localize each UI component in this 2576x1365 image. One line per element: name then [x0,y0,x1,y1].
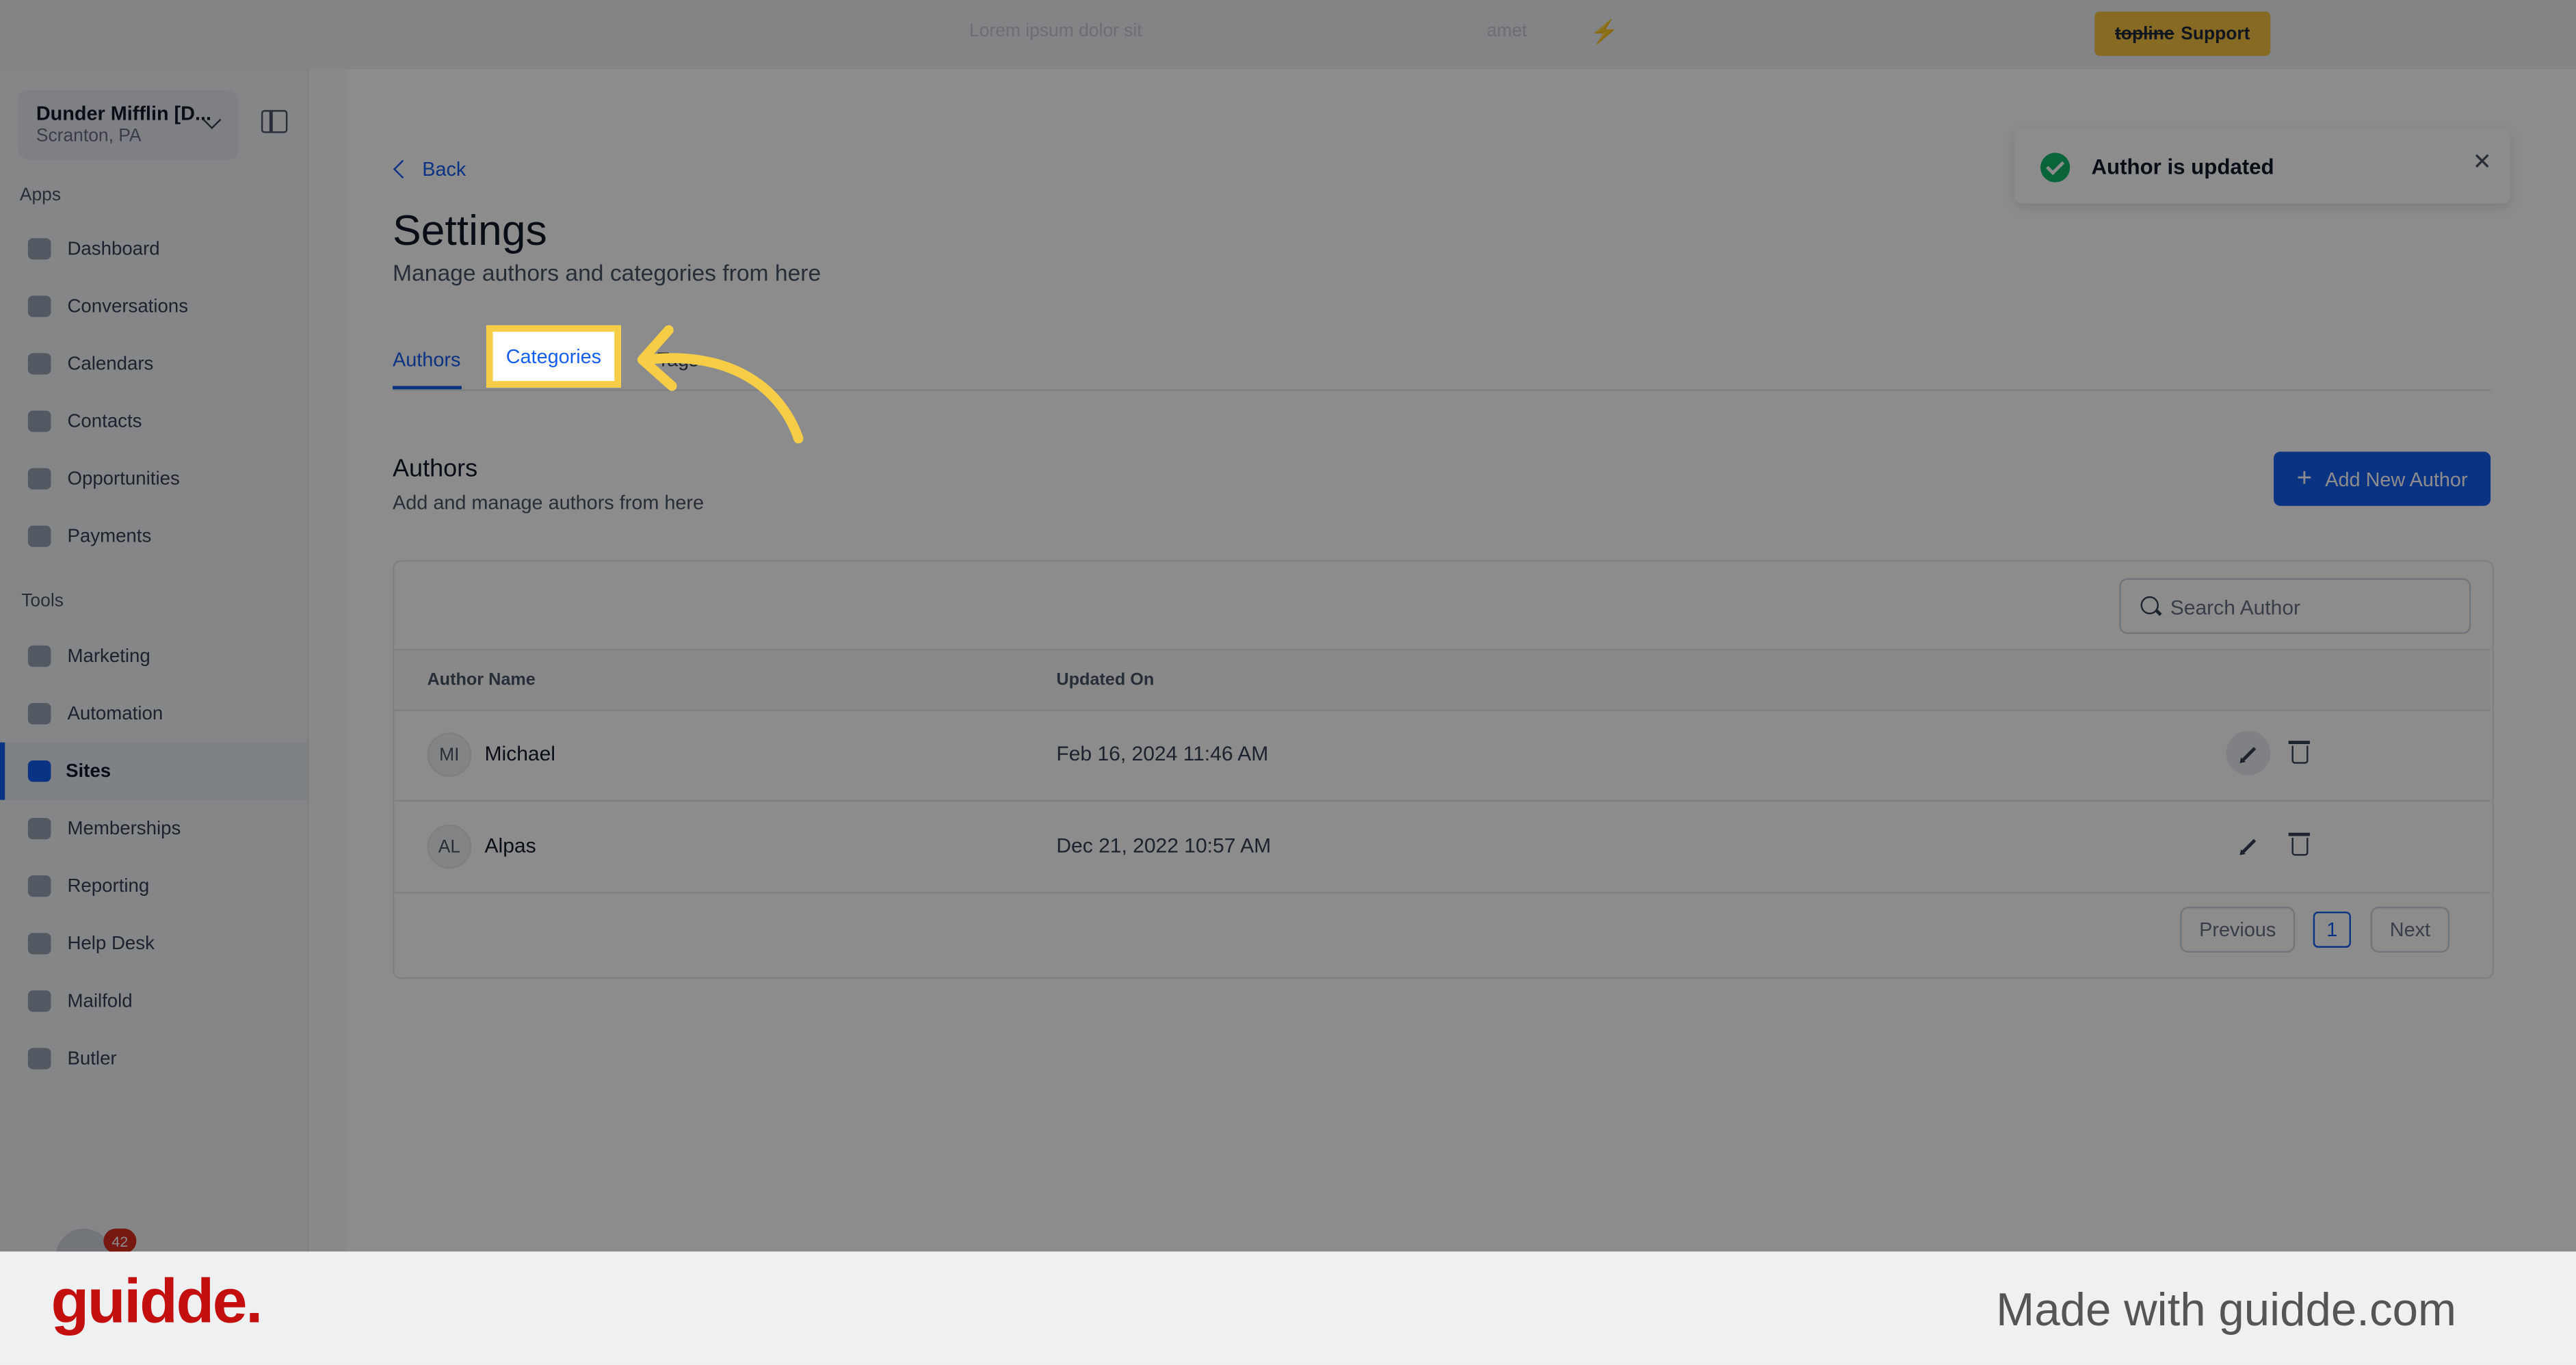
annotation-arrow [637,325,804,444]
made-with-text: Made with guidde.com [1996,1284,2457,1336]
screen: Lorem ipsum dolor sit amet ⚡ topline Sup… [0,0,2576,1365]
tab-categories[interactable]: Categories [486,325,621,388]
footer: guidde. Made with guidde.com [0,1251,2576,1365]
dim-overlay [0,0,2576,1252]
guidde-logo: guidde. [51,1268,263,1338]
